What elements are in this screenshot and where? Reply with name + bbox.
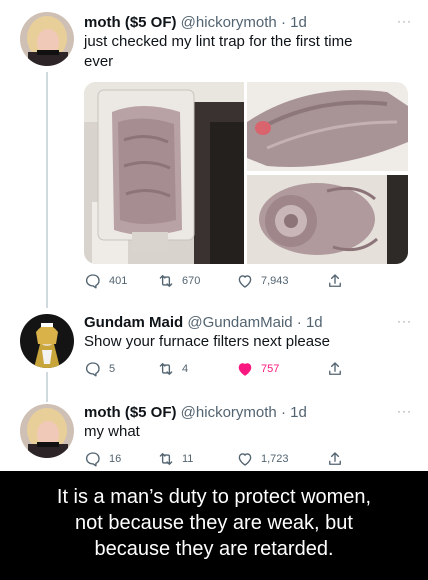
tweet-actions: 401 670 7,943	[84, 272, 354, 292]
photo-lint-roll[interactable]	[247, 175, 408, 264]
tweet-media[interactable]	[84, 82, 408, 264]
tweet-time[interactable]: · 1d	[281, 404, 307, 421]
more-dots-icon[interactable]: ···	[397, 14, 412, 28]
author-handle[interactable]: @hickorymoth	[181, 404, 277, 421]
avatar-moth[interactable]	[20, 404, 74, 458]
more-dots-icon[interactable]: ···	[397, 314, 412, 328]
like-count: 757	[261, 363, 280, 375]
tweet-actions: 5 4 757	[84, 360, 354, 380]
tweet-text: just checked my lint trap for the first …	[84, 32, 414, 72]
share-icon	[329, 362, 341, 375]
like-count: 1,723	[261, 453, 289, 465]
share-icon	[329, 274, 341, 287]
retweet-icon	[159, 363, 173, 375]
reply-bubble-icon	[85, 452, 100, 467]
reply-button[interactable]: 401	[84, 272, 127, 290]
like-button[interactable]: 1,723	[236, 450, 289, 468]
heart-icon	[238, 275, 252, 288]
retweet-count: 670	[182, 275, 201, 287]
tweet-text: Show your furnace filters next please	[84, 332, 414, 352]
tweet-text-line: just checked my lint trap for the first …	[84, 33, 353, 50]
retweet-button[interactable]: 4	[157, 360, 188, 378]
tweet-3[interactable]: moth ($5 OF) @hickorymoth · 1d my what ·…	[0, 390, 428, 471]
photo-lint-trap[interactable]	[84, 82, 244, 264]
author-name[interactable]: moth ($5 OF)	[84, 404, 177, 421]
like-count: 7,943	[261, 275, 289, 287]
tweet-1[interactable]: moth ($5 OF) @hickorymoth · 1d just chec…	[0, 0, 428, 300]
share-button[interactable]	[326, 450, 344, 468]
caption-line: It is a man’s duty to protect women,	[56, 486, 372, 508]
tweet-time[interactable]: · 1d	[297, 314, 323, 331]
heart-icon	[238, 453, 252, 466]
like-button[interactable]: 7,943	[236, 272, 289, 290]
avatar-moth[interactable]	[20, 12, 74, 66]
share-button[interactable]	[326, 272, 344, 290]
reply-bubble-icon	[85, 362, 100, 377]
reply-button[interactable]: 16	[84, 450, 121, 468]
retweet-button[interactable]: 670	[157, 272, 200, 290]
share-button[interactable]	[326, 360, 344, 378]
reply-bubble-icon	[85, 274, 100, 289]
reply-count: 16	[109, 453, 122, 465]
reply-count: 401	[109, 275, 128, 287]
reply-button[interactable]: 5	[84, 360, 115, 378]
tweet-actions: 16 11 1,723	[84, 450, 354, 470]
author-name[interactable]: Gundam Maid	[84, 314, 183, 331]
meme-caption: It is a man’s duty to protect women, not…	[0, 471, 428, 580]
heart-icon	[238, 363, 252, 376]
reply-count: 5	[109, 363, 116, 375]
retweet-icon	[159, 453, 173, 465]
tweet-time[interactable]: · 1d	[281, 14, 307, 31]
caption-line: not because they are weak, but	[75, 512, 353, 534]
avatar-gundam-maid[interactable]	[20, 314, 74, 368]
author-handle[interactable]: @hickorymoth	[181, 14, 277, 31]
retweet-button[interactable]: 11	[157, 450, 193, 468]
retweet-icon	[159, 275, 173, 287]
tweet-text-line: ever	[84, 53, 114, 70]
author-handle[interactable]: @GundamMaid	[187, 314, 292, 331]
caption-line: because they are retarded.	[94, 538, 334, 560]
like-button[interactable]: 757	[236, 360, 279, 378]
retweet-count: 4	[182, 363, 189, 375]
more-dots-icon[interactable]: ···	[397, 404, 412, 418]
author-name[interactable]: moth ($5 OF)	[84, 14, 177, 31]
retweet-count: 11	[182, 453, 194, 465]
tweet-text-line: Show your furnace filters next please	[84, 333, 330, 350]
share-icon	[329, 452, 341, 465]
tweet-text: my what	[84, 422, 414, 442]
photo-lint-sheet[interactable]	[247, 82, 408, 171]
tweet-2[interactable]: Gundam Maid @GundamMaid · 1d Show your f…	[0, 300, 428, 390]
tweet-text-line: my what	[84, 423, 140, 440]
